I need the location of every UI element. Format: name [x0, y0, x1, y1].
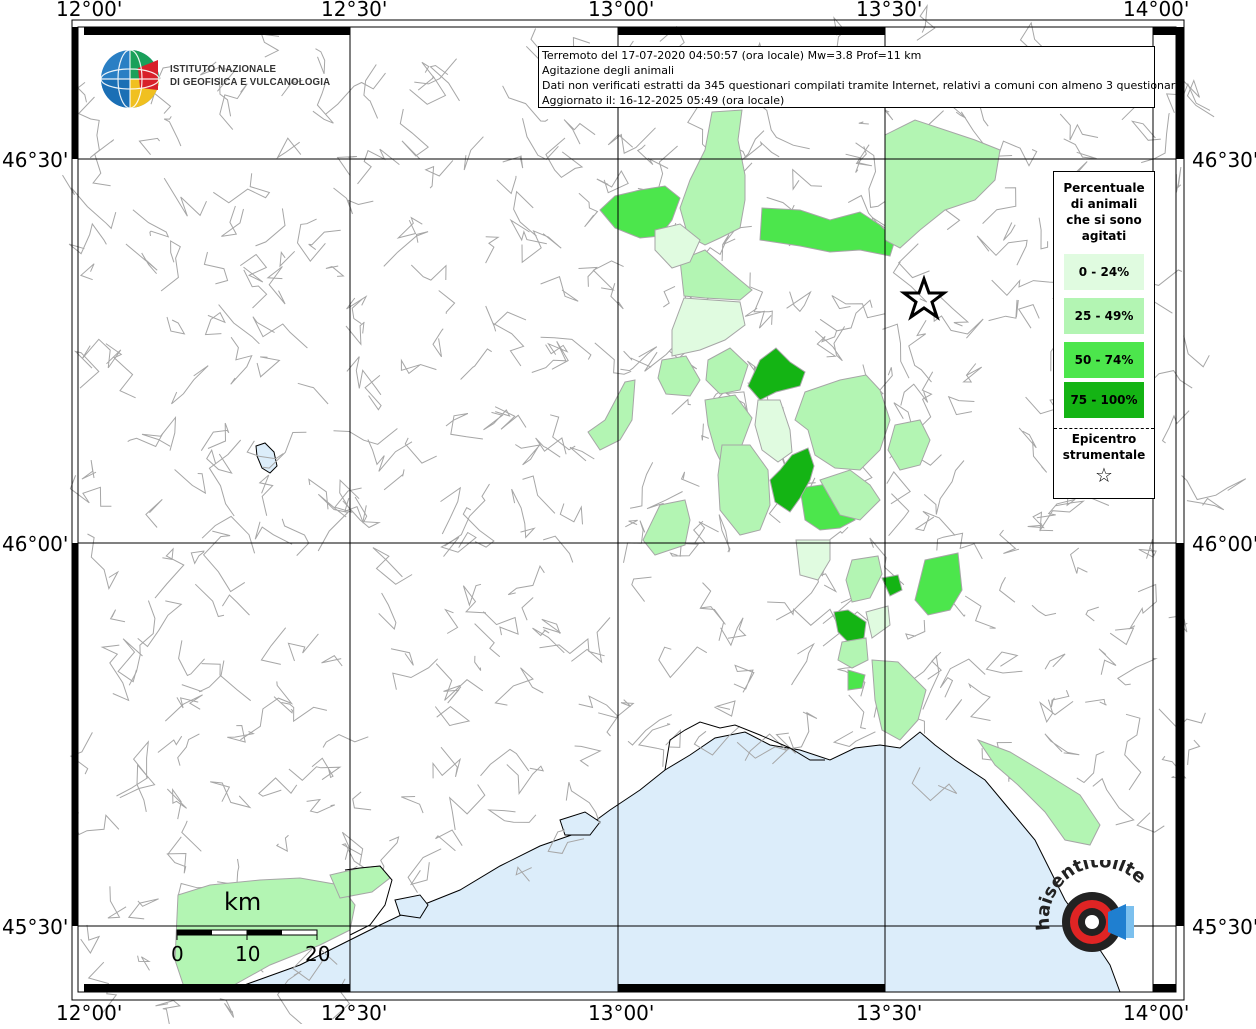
legend-item: 75 - 100%	[1064, 382, 1144, 418]
event-info-box: Terremoto del 17-07-2020 04:50:57 (ora l…	[538, 46, 1182, 108]
lon-label: 14°00'	[1123, 0, 1189, 21]
lat-label: 45°30'	[1192, 915, 1256, 939]
seismo-logo-icon: haisentitoilterremoto.it	[1021, 844, 1150, 952]
municipality-border	[1175, 167, 1182, 193]
municipality-border	[1181, 475, 1247, 501]
municipality-border	[1187, 739, 1201, 765]
update-time: Aggiornato il: 16-12-2025 05:49 (ora loc…	[542, 94, 785, 107]
ingv-org-name: ISTITUTO NAZIONALE DI GEOFISICA E VULCAN…	[170, 63, 344, 89]
legend-title: Percentuale di animali che si sono agita…	[1063, 181, 1145, 243]
scale-unit: km	[224, 888, 262, 916]
lon-label: 12°30'	[321, 1001, 387, 1024]
lat-label: 46°30'	[1192, 148, 1256, 172]
globe-icon	[100, 49, 160, 109]
municipality-border	[1186, 497, 1225, 511]
org-line: DI GEOFISICA E VULCANOLOGIA	[170, 76, 331, 88]
lon-label: 12°00'	[56, 0, 122, 21]
lon-label: 12°00'	[56, 1001, 122, 1024]
map-subject: Agitazione degli animali	[542, 64, 675, 77]
legend: Percentuale di animali che si sono agita…	[1053, 171, 1155, 499]
lon-label: 13°00'	[588, 1001, 654, 1024]
lat-label: 46°00'	[1192, 532, 1256, 556]
lon-label: 13°30'	[856, 0, 922, 21]
event-title: Terremoto del 17-07-2020 04:50:57 (ora l…	[542, 49, 922, 62]
lon-label: 13°30'	[856, 1001, 922, 1024]
municipality-border	[1179, 77, 1215, 118]
legend-item: 50 - 74%	[1064, 342, 1144, 378]
scale-tick: 20	[305, 942, 331, 966]
municipality-border	[155, 999, 181, 1026]
scale-tick: 10	[235, 942, 261, 966]
star-icon: ☆	[1095, 463, 1113, 487]
municipality-border	[219, 998, 235, 1018]
lat-label: 46°00'	[2, 532, 68, 556]
legend-separator	[1054, 428, 1154, 429]
lon-label: 13°00'	[588, 0, 654, 21]
haisentito-logo: haisentitoilterremoto.it	[1021, 844, 1170, 980]
legend-item: 0 - 24%	[1064, 254, 1144, 290]
legend-item: 25 - 49%	[1064, 298, 1144, 334]
lon-label: 14°00'	[1123, 1001, 1189, 1024]
data-note: Dati non verificati estratti da 345 ques…	[542, 79, 1182, 92]
municipality-border	[1183, 335, 1210, 368]
lat-label: 46°30'	[2, 148, 68, 172]
org-line: ISTITUTO NAZIONALE	[170, 63, 277, 75]
scale-tick: 0	[171, 942, 184, 966]
lat-label: 45°30'	[2, 915, 68, 939]
epicenter-label: Epicentro strumentale	[1062, 432, 1146, 462]
lon-label: 12°30'	[321, 0, 387, 21]
